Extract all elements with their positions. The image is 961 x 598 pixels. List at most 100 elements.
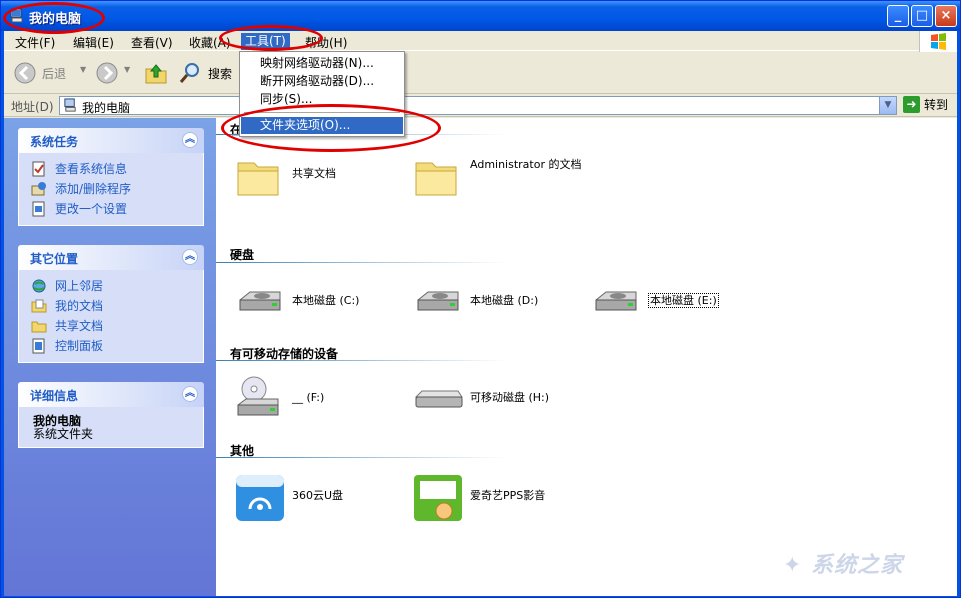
site-watermark-logo: ✦ 系统之家 — [783, 553, 904, 578]
item-drive-e[interactable]: 本地磁盘 (E:) — [592, 278, 767, 328]
maximize-button[interactable]: □ — [911, 5, 933, 27]
cloud-disk-icon — [236, 475, 284, 521]
panel-title: 其它位置 — [30, 252, 79, 266]
menu-item-folder-options[interactable]: 文件夹选项(O)... — [241, 117, 403, 134]
item-label: 爱奇艺PPS影音 — [470, 489, 546, 502]
search-button[interactable]: 搜索 — [178, 60, 236, 86]
system-tasks-header[interactable]: 系统任务 ︽ — [18, 128, 204, 153]
title-bar[interactable]: 我的电脑 _ □ × — [1, 1, 960, 31]
focused-label: 本地磁盘 (E:) — [648, 293, 719, 308]
item-360-cloud-disk[interactable]: 360云U盘 — [236, 473, 411, 523]
go-arrow-icon: ➜ — [903, 96, 920, 113]
collapse-chevron-icon[interactable]: ︽ — [182, 386, 198, 402]
menu-item-disconnect-network-drive[interactable]: 断开网络驱动器(D)... — [241, 73, 403, 90]
link-label: 添加/删除程序 — [55, 182, 132, 196]
menu-file[interactable]: 文件(F) — [15, 34, 55, 51]
item-label: Administrator 的文档 — [470, 158, 582, 171]
item-drive-c[interactable]: 本地磁盘 (C:) — [236, 278, 411, 328]
link-label: 查看系统信息 — [55, 162, 128, 176]
search-icon — [179, 63, 199, 83]
other-places-body: 网上邻居 我的文档 共享文档 控制面板 — [18, 270, 204, 363]
folder-icon — [31, 321, 47, 333]
forward-dropdown-icon[interactable]: ▼ — [124, 65, 130, 74]
my-documents-icon — [31, 299, 47, 313]
other-places-header[interactable]: 其它位置 ︽ — [18, 245, 204, 270]
windows-logo — [919, 31, 957, 53]
details-body: 我的电脑 系统文件夹 — [18, 407, 204, 448]
up-folder-icon[interactable] — [144, 61, 168, 85]
link-view-system-info[interactable]: 查看系统信息 — [19, 159, 203, 179]
search-label: 搜索 — [208, 67, 233, 81]
address-label: 地址(D) — [11, 100, 54, 114]
item-drive-f[interactable]: __ (F:) — [236, 375, 411, 425]
menu-tools[interactable]: 工具(T) — [241, 33, 290, 50]
menu-item-map-network-drive[interactable]: 映射网络驱动器(N)... — [241, 55, 403, 72]
go-button[interactable]: ➜ 转到 — [903, 96, 948, 113]
details-header[interactable]: 详细信息 ︽ — [18, 382, 204, 407]
hard-disk-icon — [239, 291, 281, 311]
menu-bar: 文件(F) 编辑(E) 查看(V) 收藏(A) 工具(T) 帮助(H) — [4, 31, 957, 53]
collapse-chevron-icon[interactable]: ︽ — [182, 249, 198, 265]
menu-favorites[interactable]: 收藏(A) — [189, 34, 231, 51]
link-network-places[interactable]: 网上邻居 — [19, 276, 203, 296]
details-panel: 详细信息 ︽ 我的电脑 系统文件夹 — [18, 382, 204, 448]
link-add-remove-programs[interactable]: 添加/删除程序 — [19, 179, 203, 199]
item-admin-documents[interactable]: Administrator 的文档 — [414, 151, 589, 201]
back-dropdown-icon[interactable]: ▼ — [80, 65, 86, 74]
group-header-hdd: 硬盘 — [230, 248, 255, 262]
menu-edit[interactable]: 编辑(E) — [73, 34, 114, 51]
link-label: 共享文档 — [55, 319, 104, 333]
address-bar: 地址(D) 我的电脑 ▼ ➜ 转到 — [4, 94, 957, 117]
link-label: 网上邻居 — [55, 279, 104, 293]
windows-flag-icon — [931, 33, 946, 50]
other-places-panel: 其它位置 ︽ 网上邻居 我的文档 共享文档 控制面板 — [18, 245, 204, 363]
menu-help[interactable]: 帮助(H) — [305, 34, 347, 51]
hard-disk-icon — [595, 291, 637, 311]
address-input[interactable]: 我的电脑 ▼ — [59, 96, 897, 115]
link-control-panel[interactable]: 控制面板 — [19, 336, 203, 356]
link-my-documents[interactable]: 我的文档 — [19, 296, 203, 316]
item-label: 本地磁盘 (C:) — [292, 294, 360, 307]
address-dropdown-icon[interactable]: ▼ — [879, 97, 896, 114]
system-tasks-body: 查看系统信息 添加/删除程序 更改一个设置 — [18, 153, 204, 226]
item-drive-d[interactable]: 本地磁盘 (D:) — [414, 278, 589, 328]
hard-disk-icon — [417, 291, 459, 311]
content-pane: 在 共享文档 Administrator 的文档 硬盘 本地磁盘 (C:) 本地… — [216, 118, 957, 596]
link-label: 更改一个设置 — [55, 202, 128, 216]
go-label: 转到 — [924, 98, 949, 112]
item-label: 本地磁盘 (E:) — [648, 293, 763, 308]
group-divider — [216, 457, 506, 458]
group-divider — [216, 360, 506, 361]
link-label: 我的文档 — [55, 299, 104, 313]
link-shared-documents[interactable]: 共享文档 — [19, 316, 203, 336]
tools-menu-dropdown: 映射网络驱动器(N)... 断开网络驱动器(D)... 同步(S)... 文件夹… — [239, 51, 405, 137]
system-info-icon — [32, 161, 45, 177]
cd-drive-icon — [237, 376, 279, 416]
forward-arrow-icon — [96, 62, 118, 84]
forward-button[interactable]: ▼ — [94, 60, 138, 86]
iqiyi-app-icon — [414, 475, 462, 521]
menu-item-synchronize[interactable]: 同步(S)... — [241, 91, 403, 108]
back-arrow-icon — [14, 62, 36, 84]
link-change-setting[interactable]: 更改一个设置 — [19, 199, 203, 219]
link-label: 控制面板 — [55, 339, 104, 353]
group-divider — [216, 262, 506, 263]
item-label: 360云U盘 — [292, 489, 344, 502]
minimize-button[interactable]: _ — [887, 5, 909, 27]
settings-icon — [32, 201, 45, 217]
back-button[interactable]: 后退 ▼ — [12, 60, 90, 86]
add-remove-programs-icon — [31, 182, 46, 196]
item-drive-h[interactable]: 可移动磁盘 (H:) — [414, 375, 589, 425]
panel-title: 详细信息 — [30, 389, 79, 403]
folder-icon — [415, 162, 457, 196]
address-value: 我的电脑 — [82, 101, 131, 115]
toolbar: 后退 ▼ ▼ 搜索 — [4, 52, 957, 94]
item-iqiyi-pps[interactable]: 爱奇艺PPS影音 — [414, 473, 589, 523]
close-button[interactable]: × — [935, 5, 957, 27]
detail-item-type: 系统文件夹 — [33, 427, 94, 441]
menu-view[interactable]: 查看(V) — [131, 34, 173, 51]
item-shared-documents[interactable]: 共享文档 — [236, 151, 411, 201]
network-places-icon — [32, 279, 46, 293]
task-pane: 系统任务 ︽ 查看系统信息 添加/删除程序 更改一个设置 其它位置 ︽ 网上邻居… — [4, 118, 216, 596]
collapse-chevron-icon[interactable]: ︽ — [182, 132, 198, 148]
